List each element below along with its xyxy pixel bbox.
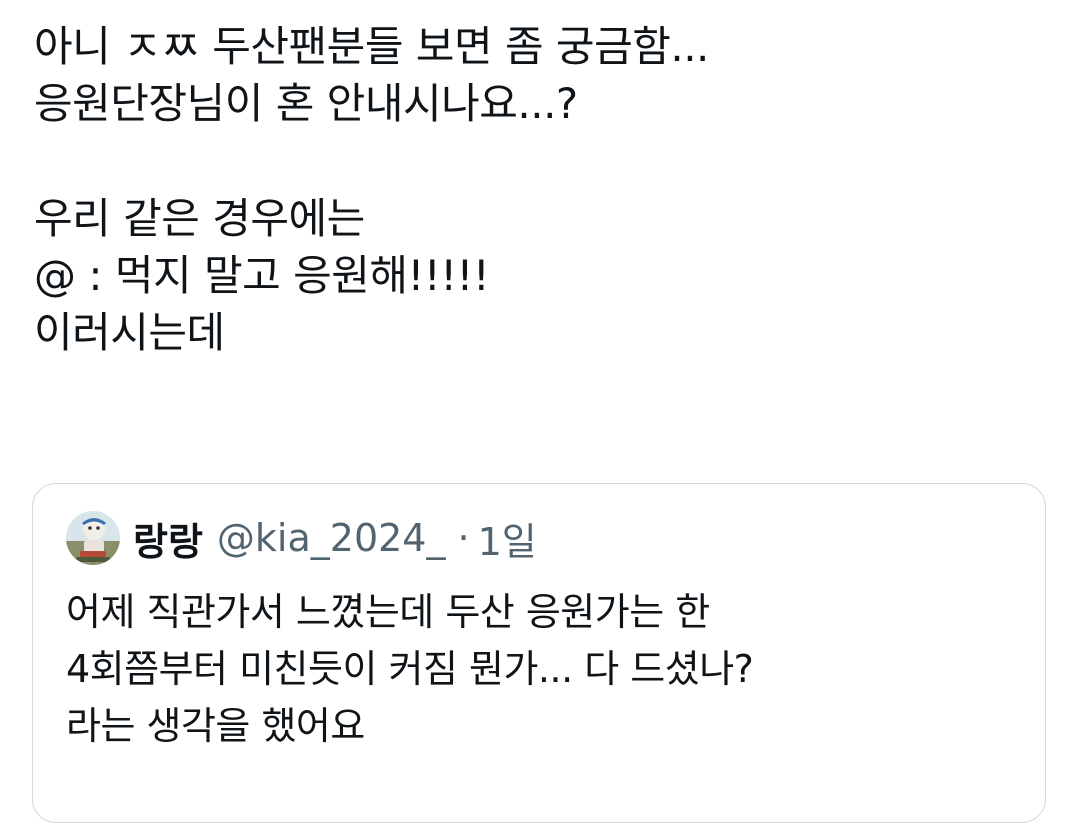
tweet-text-line: @ : 먹지 말고 응원해!!!!!	[34, 251, 490, 301]
quoted-tweet-text: 어제 직관가서 느꼈는데 두산 응원가는 한 4회쯤부터 미친듯이 커짐 뭔가.…	[66, 584, 754, 755]
tweet-text-line: 이러시는데	[34, 308, 225, 358]
tweet-text-line: 응원단장님이 혼 안내시나요...?	[34, 79, 578, 129]
avatar-icon[interactable]	[66, 511, 120, 565]
quoted-tweet-card[interactable]: 랑랑 @kia_2024_ · 1일 어제 직관가서 느꼈는데 두산 응원가는 …	[32, 483, 1046, 823]
quoted-handle[interactable]: @kia_2024_	[217, 516, 446, 560]
quoted-text-line: 어제 직관가서 느꼈는데 두산 응원가는 한	[66, 590, 710, 634]
tweet-text-line: 아니 ㅈㅉ 두산팬분들 보면 좀 궁금함...	[34, 22, 709, 71]
separator-dot: ·	[457, 516, 470, 560]
quoted-text-line: 4회쯤부터 미친듯이 커짐 뭔가... 다 드셨나?	[66, 647, 754, 691]
tweet-text-line: 우리 같은 경우에는	[34, 193, 365, 243]
quoted-text-line: 라는 생각을 했어요	[66, 704, 365, 748]
quoted-tweet-header: 랑랑 @kia_2024_ · 1일	[66, 510, 537, 566]
quoted-display-name[interactable]: 랑랑	[133, 511, 203, 566]
quoted-timestamp[interactable]: 1일	[478, 511, 537, 566]
tweet-text: 아니 ㅈㅉ 두산팬분들 보면 좀 궁금함... 응원단장님이 혼 안내시나요..…	[34, 18, 1044, 362]
